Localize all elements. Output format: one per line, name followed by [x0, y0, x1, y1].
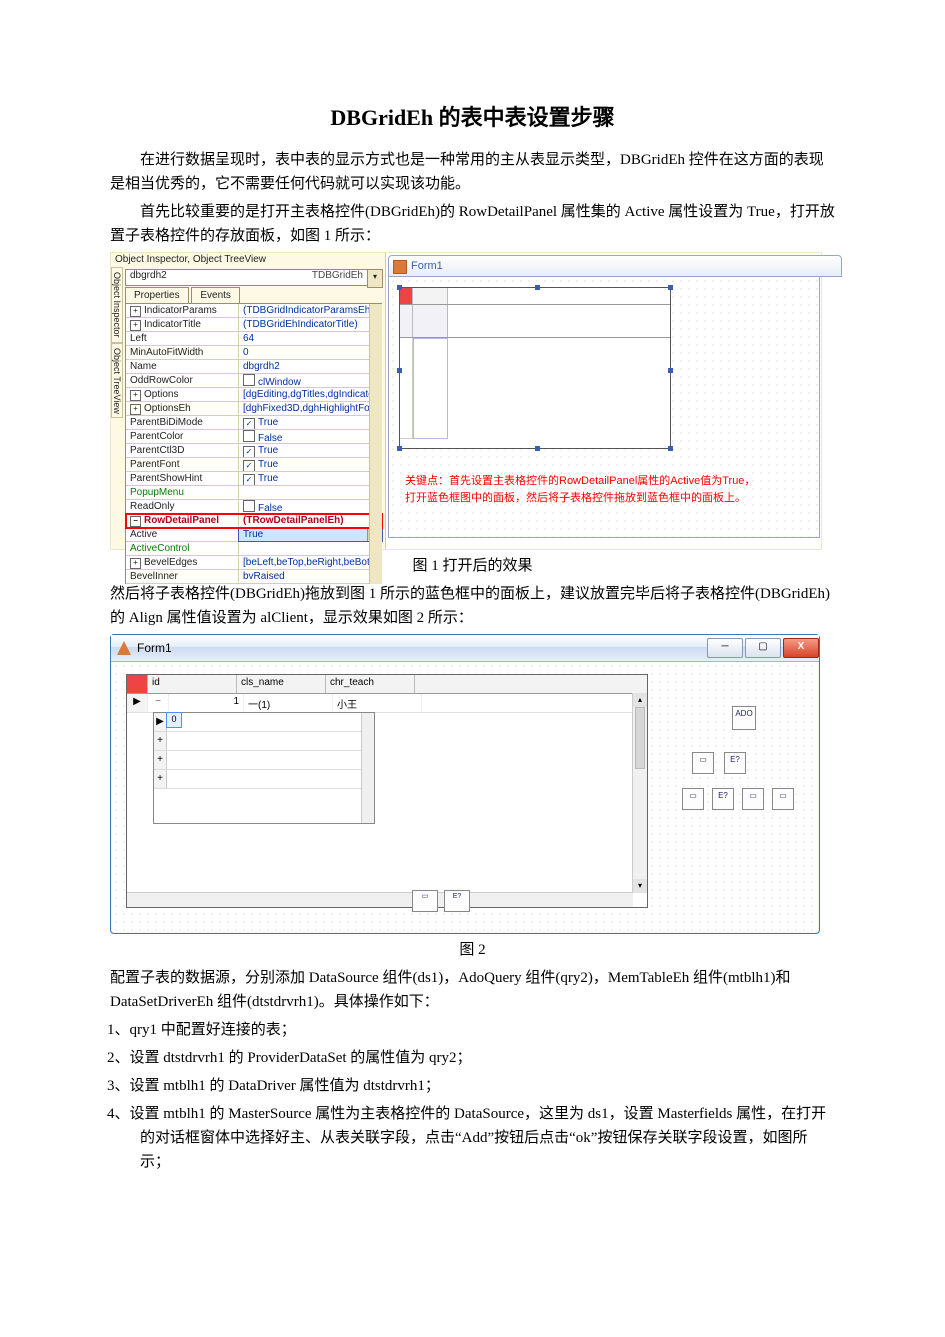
inspector-tabs: Properties Events [125, 287, 240, 303]
component-query-icon[interactable]: E? [724, 752, 746, 774]
para-4: 配置子表的数据源，分别添加 DataSource 组件(ds1)，AdoQuer… [110, 966, 835, 1014]
object-name: dbgrdh2 [126, 270, 167, 281]
para-1: 在进行数据呈现时，表中表的显示方式也是一种常用的主从表显示类型，DBGridEh… [110, 148, 835, 196]
detail-grid[interactable]: ▶ + + + [153, 712, 375, 824]
figure-2: Form1 ─ ▢ X id cls_name chr_teach ▶ − 1 … [110, 634, 820, 934]
property-grid: +IndicatorParams(TDBGridIndicatorParamsE… [125, 303, 382, 584]
edit-cell[interactable]: 0 [167, 713, 181, 727]
tab-properties[interactable]: Properties [125, 287, 189, 303]
para-3: 然后将子表格控件(DBGridEh)拖放到图 1 所示的蓝色框中的面板上，建议放… [110, 582, 835, 630]
property-row[interactable]: Left64 [126, 332, 382, 346]
property-row[interactable]: Namedbgrdh2 [126, 360, 382, 374]
scroll-thumb[interactable] [635, 707, 645, 769]
object-dropdown-icon[interactable]: ▾ [367, 269, 383, 288]
property-row[interactable]: +OptionsEh[dghFixed3D,dghHighlightFocus,… [126, 402, 382, 416]
window-title: Form1 [137, 641, 705, 655]
minimize-button[interactable]: ─ [707, 638, 743, 658]
scroll-down-icon[interactable]: ▾ [633, 879, 647, 893]
property-row[interactable]: +IndicatorParams(TDBGridIndicatorParamsE… [126, 304, 382, 318]
side-tab-treeview[interactable]: Object TreeView [111, 343, 123, 419]
hint-text: 关键点：首先设置主表格控件的RowDetailPanel属性的Active值为T… [405, 473, 807, 506]
titlebar: Form1 ─ ▢ X [111, 635, 819, 662]
scroll-up-icon[interactable]: ▴ [633, 693, 647, 707]
object-class: TDBGridEh [308, 270, 367, 281]
close-button[interactable]: X [783, 638, 819, 658]
property-row[interactable]: MinAutoFitWidth0 [126, 346, 382, 360]
property-row[interactable]: +IndicatorTitle(TDBGridEhIndicatorTitle) [126, 318, 382, 332]
form-header[interactable]: Form1 [388, 255, 842, 277]
maximize-button[interactable]: ▢ [745, 638, 781, 658]
bottom-component-2[interactable]: E? [444, 890, 470, 912]
indicator-header [127, 675, 148, 693]
cell-chrteach[interactable]: 小王 [333, 694, 422, 712]
component-ds2-icon[interactable]: ▭ [682, 788, 704, 810]
step-item: 3、设置 mtblh1 的 DataDriver 属性值为 dtstdrvrh1… [110, 1074, 835, 1098]
bottom-components: ▭ E? [412, 890, 470, 912]
bottom-component-1[interactable]: ▭ [412, 890, 438, 912]
scrollbar[interactable] [369, 304, 382, 584]
step-item: 1、qry1 中配置好连接的表； [110, 1018, 835, 1042]
form-designer: Form1 关键点：首先设置主表格控件的RowDetailPanel属性的Act… [385, 253, 821, 549]
para-2: 首先比较重要的是打开主表格控件(DBGridEh)的 RowDetailPane… [110, 200, 835, 248]
master-grid[interactable]: id cls_name chr_teach ▶ − 1 一(1) 小王 ▶ + … [126, 674, 648, 908]
form-canvas: 关键点：首先设置主表格控件的RowDetailPanel属性的Active值为T… [388, 277, 820, 538]
property-row[interactable]: −RowDetailPanel(TRowDetailPanelEh) [126, 514, 382, 528]
property-row[interactable]: ParentBiDiMode✓True [126, 416, 382, 430]
component-ado-icon[interactable]: ADO [732, 706, 756, 730]
property-row[interactable]: BevelInnerbvRaised [126, 570, 382, 584]
side-tabs: Object Inspector Object TreeView [111, 267, 123, 547]
property-row[interactable]: OddRowColor clWindow [126, 374, 382, 388]
step-item: 4、设置 mtblh1 的 MasterSource 属性为主表格控件的 Dat… [110, 1102, 835, 1174]
property-row[interactable]: ParentShowHint✓True [126, 472, 382, 486]
property-row[interactable]: ActiveControl [126, 542, 382, 556]
property-row[interactable]: ParentCtl3D✓True [126, 444, 382, 458]
page-title: DBGridEh 的表中表设置步骤 [110, 100, 835, 132]
tab-events[interactable]: Events [191, 287, 240, 303]
property-row[interactable]: +Options[dgEditing,dgTitles,dgIndicator,… [126, 388, 382, 402]
component-mem-icon[interactable]: ▭ [742, 788, 764, 810]
figure-1: Object Inspector, Object TreeView Object… [110, 252, 822, 550]
property-row[interactable]: +BevelEdges[beLeft,beTop,beRight,beBotto… [126, 556, 382, 570]
side-tab-inspector[interactable]: Object Inspector [111, 267, 123, 343]
expand-icon[interactable]: − [148, 694, 169, 712]
property-row[interactable]: PopupMenu [126, 486, 382, 500]
step-item: 2、设置 dtstdrvrh1 的 ProviderDataSet 的属性值为 … [110, 1046, 835, 1070]
cell-id[interactable]: 1 [169, 694, 244, 712]
form-window: Form1 ─ ▢ X id cls_name chr_teach ▶ − 1 … [110, 634, 820, 934]
figure-2-caption: 图 2 [110, 938, 835, 962]
row-indicator: ▶ [127, 694, 148, 712]
steps-list: 1、qry1 中配置好连接的表； 2、设置 dtstdrvrh1 的 Provid… [110, 1018, 835, 1174]
col-chrteach[interactable]: chr_teach [326, 675, 415, 693]
property-row[interactable]: ParentFont✓True [126, 458, 382, 472]
form-client: id cls_name chr_teach ▶ − 1 一(1) 小王 ▶ + … [112, 662, 818, 932]
component-query2-icon[interactable]: E? [712, 788, 734, 810]
property-row[interactable]: ReadOnly False [126, 500, 382, 514]
col-id[interactable]: id [148, 675, 237, 693]
dbgrideh-component[interactable] [399, 287, 671, 449]
cell-clsname[interactable]: 一(1) [244, 694, 333, 712]
object-selector[interactable]: dbgrdh2 TDBGridEh [125, 269, 368, 286]
app-icon [117, 641, 131, 655]
property-row[interactable]: ParentColor False [126, 430, 382, 444]
property-row[interactable]: ActiveTrue▾ [126, 528, 382, 542]
component-drv-icon[interactable]: ▭ [772, 788, 794, 810]
horizontal-scrollbar[interactable] [127, 892, 633, 907]
component-ds-icon[interactable]: ▭ [692, 752, 714, 774]
vertical-scrollbar[interactable]: ▴ ▾ [632, 693, 647, 893]
col-clsname[interactable]: cls_name [237, 675, 326, 693]
